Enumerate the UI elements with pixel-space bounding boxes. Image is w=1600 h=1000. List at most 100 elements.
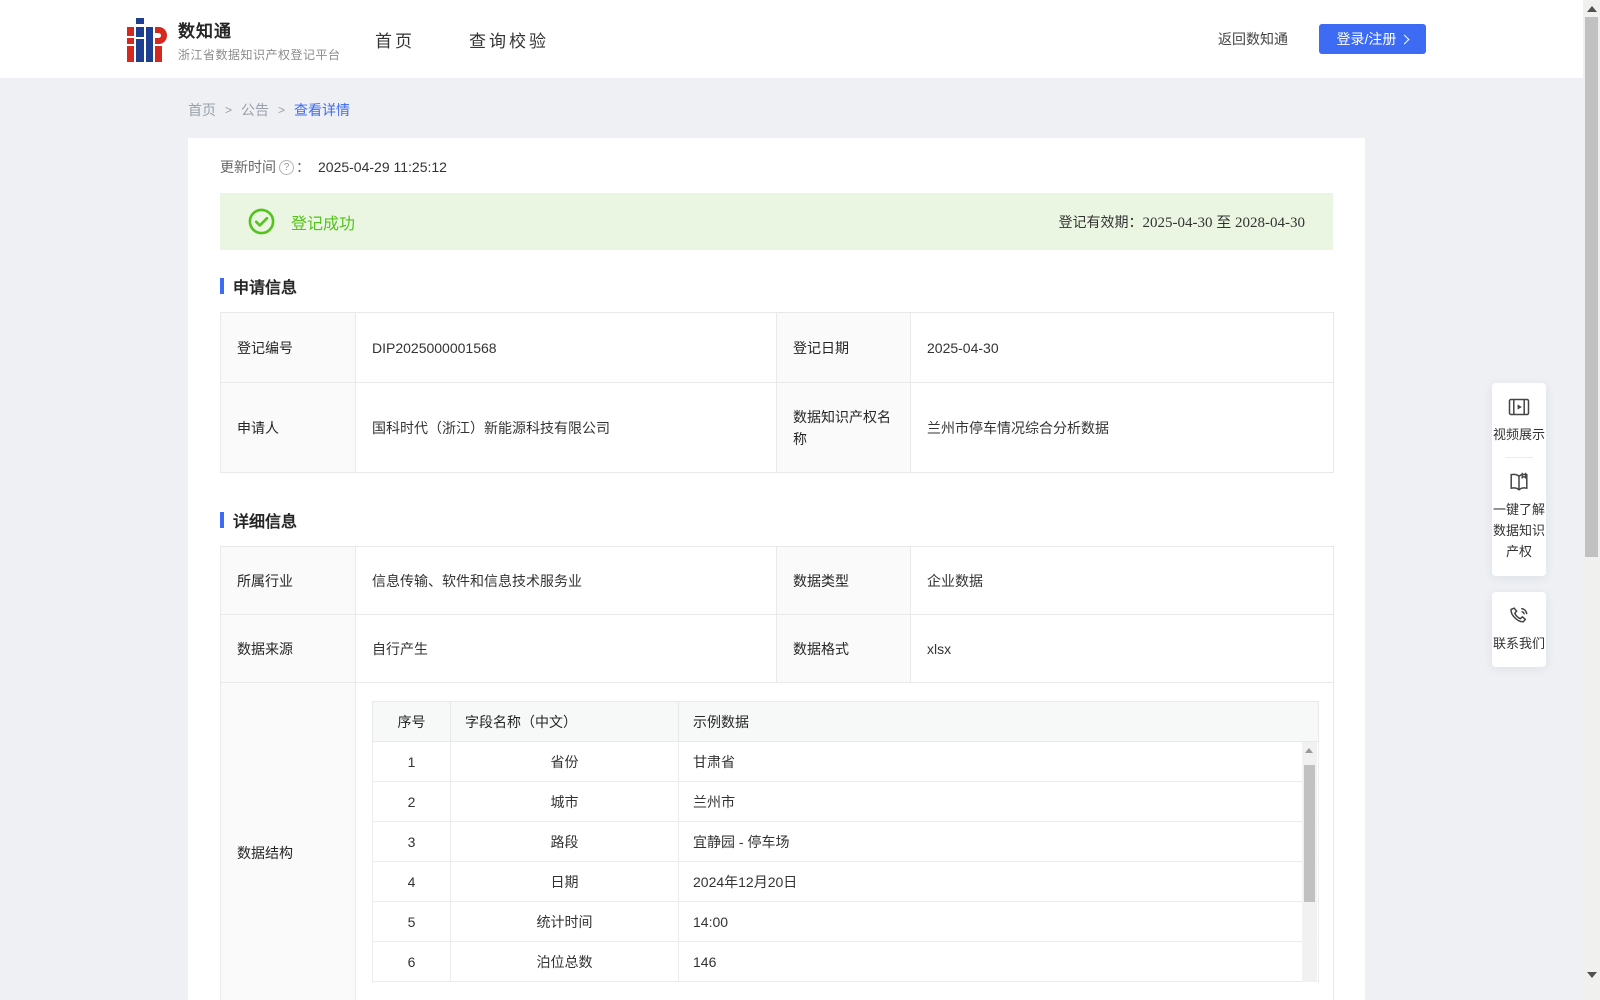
update-time-label: 更新时间 <box>220 159 276 175</box>
field-value: 企业数据 <box>910 546 1334 615</box>
contact-us-button[interactable]: 联系我们 <box>1492 604 1546 654</box>
chevron-right-icon <box>1399 34 1410 45</box>
nav-item-home[interactable]: 首页 <box>375 27 415 52</box>
cell-field: 城市 <box>450 781 679 822</box>
main-nav: 首页 查询校验 <box>375 0 549 78</box>
contact-us-label: 联系我们 <box>1493 636 1546 651</box>
video-demo-button[interactable]: 视频展示 <box>1492 395 1546 445</box>
breadcrumb-separator: > <box>225 103 233 117</box>
header-actions: 返回数知通 登录/注册 <box>1218 0 1426 78</box>
breadcrumb-separator: > <box>278 103 286 117</box>
section-detail-info: 详细信息 <box>220 508 297 532</box>
section-apply-title: 申请信息 <box>233 280 298 297</box>
cell-field: 日期 <box>450 861 679 902</box>
update-time-value: 2025-04-29 11:25:12 <box>318 159 447 175</box>
cell-field: 省份 <box>450 741 679 782</box>
cell-field: 泊位总数 <box>450 941 679 982</box>
cell-field: 路段 <box>450 821 679 862</box>
video-demo-label: 视频展示 <box>1493 427 1546 442</box>
validity-label: 登记有效期： <box>1058 214 1143 230</box>
field-label: 登记日期 <box>776 312 911 383</box>
structure-cell: 序号 字段名称（中文） 示例数据 1 省份 甘肃省 2 城市 兰州市 3 路段 … <box>355 682 1334 1000</box>
section-detail-title: 详细信息 <box>233 514 298 531</box>
breadcrumb: 首页 > 公告 > 查看详情 <box>188 100 350 120</box>
field-value: 2025-04-30 <box>910 312 1334 383</box>
field-value: 兰州市停车情况综合分析数据 <box>910 382 1334 473</box>
cell-sample: 甘肃省 <box>678 741 1319 782</box>
logo-subtitle: 浙江省数据知识产权登记平台 <box>178 48 341 62</box>
cell-no: 2 <box>372 781 451 822</box>
update-time-colon: ： <box>296 159 310 175</box>
floating-tools-card: 视频展示 一键了解数据知识产权 <box>1492 383 1546 576</box>
cell-sample: 14:00 <box>678 901 1319 942</box>
field-value: xlsx <box>910 614 1334 683</box>
success-check-icon <box>248 208 275 235</box>
page-scrollbar[interactable] <box>1583 0 1600 1000</box>
top-header: 数知通 浙江省数据知识产权登记平台 首页 查询校验 返回数知通 登录/注册 <box>0 0 1600 78</box>
field-value: 国科时代（浙江）新能源科技有限公司 <box>355 382 777 473</box>
table-row: 登记编号 DIP2025000001568 登记日期 2025-04-30 <box>220 312 1334 383</box>
question-icon[interactable]: ? <box>279 159 294 175</box>
scroll-up-arrow-icon[interactable] <box>1305 748 1313 753</box>
page: 数知通 浙江省数据知识产权登记平台 首页 查询校验 返回数知通 登录/注册 首页… <box>0 0 1600 1000</box>
structure-row: 5 统计时间 14:00 <box>372 901 1319 942</box>
apply-info-table: 登记编号 DIP2025000001568 登记日期 2025-04-30 申请… <box>220 312 1334 473</box>
detail-card: 更新时间 ? ： 2025-04-29 11:25:12 登记成功 登记有效期：… <box>188 138 1365 1000</box>
field-label: 数据来源 <box>220 614 356 683</box>
cell-sample: 兰州市 <box>678 781 1319 822</box>
status-text: 登记成功 <box>291 215 356 233</box>
field-label: 数据知识产权名称 <box>776 382 911 473</box>
scrollbar-thumb[interactable] <box>1304 765 1315 902</box>
guide-button[interactable]: 一键了解数据知识产权 <box>1492 470 1546 562</box>
structure-row: 3 路段 宜静园 - 停车场 <box>372 821 1319 862</box>
field-label: 数据格式 <box>776 614 911 683</box>
section-accent-bar <box>220 278 224 294</box>
cell-no: 5 <box>372 901 451 942</box>
header-sample-data: 示例数据 <box>678 701 1319 742</box>
field-label: 登记编号 <box>220 312 356 383</box>
nav-item-query-verify[interactable]: 查询校验 <box>469 27 549 52</box>
structure-label: 数据结构 <box>220 682 356 1000</box>
cell-no: 6 <box>372 941 451 982</box>
login-register-button[interactable]: 登录/注册 <box>1319 24 1426 54</box>
floating-contact-card: 联系我们 <box>1492 592 1546 667</box>
structure-row: 2 城市 兰州市 <box>372 781 1319 822</box>
login-button-label: 登录/注册 <box>1336 31 1397 47</box>
table-row: 申请人 国科时代（浙江）新能源科技有限公司 数据知识产权名称 兰州市停车情况综合… <box>220 382 1334 473</box>
cell-sample: 2024年12月20日 <box>678 861 1319 902</box>
cell-sample: 146 <box>678 941 1319 982</box>
logo-icon <box>127 18 167 62</box>
structure-header-row: 序号 字段名称（中文） 示例数据 <box>372 701 1319 742</box>
video-icon <box>1492 395 1546 419</box>
breadcrumb-announcement[interactable]: 公告 <box>241 100 269 120</box>
field-label: 所属行业 <box>220 546 356 615</box>
header-no: 序号 <box>372 701 451 742</box>
book-icon <box>1492 470 1546 494</box>
logo[interactable]: 数知通 浙江省数据知识产权登记平台 <box>127 17 341 63</box>
cell-no: 1 <box>372 741 451 782</box>
structure-table-scrollbar[interactable] <box>1302 742 1317 982</box>
status-banner: 登记成功 登记有效期：2025-04-30 至 2028-04-30 <box>220 193 1333 250</box>
field-label: 申请人 <box>220 382 356 473</box>
header-field-name: 字段名称（中文） <box>450 701 679 742</box>
table-row: 数据结构 序号 字段名称（中文） 示例数据 1 省份 甘肃省 2 城市 兰州市 … <box>220 682 1334 1000</box>
breadcrumb-home[interactable]: 首页 <box>188 100 216 120</box>
guide-label: 一键了解数据知识产权 <box>1493 502 1546 559</box>
structure-table: 序号 字段名称（中文） 示例数据 1 省份 甘肃省 2 城市 兰州市 3 路段 … <box>372 701 1319 982</box>
scrollbar-thumb[interactable] <box>1585 17 1598 557</box>
back-to-shuzhitong-link[interactable]: 返回数知通 <box>1218 29 1288 49</box>
logo-title: 数知通 <box>178 22 232 41</box>
validity-value: 2025-04-30 至 2028-04-30 <box>1142 215 1305 231</box>
structure-row: 6 泊位总数 146 <box>372 941 1319 982</box>
table-row: 数据来源 自行产生 数据格式 xlsx <box>220 614 1334 683</box>
field-value: 信息传输、软件和信息技术服务业 <box>355 546 777 615</box>
cell-no: 3 <box>372 821 451 862</box>
scroll-down-arrow-icon[interactable] <box>1586 972 1597 978</box>
cell-no: 4 <box>372 861 451 902</box>
section-apply-info: 申请信息 <box>220 274 297 298</box>
table-row: 所属行业 信息传输、软件和信息技术服务业 数据类型 企业数据 <box>220 546 1334 615</box>
cell-field: 统计时间 <box>450 901 679 942</box>
divider <box>1505 457 1533 458</box>
breadcrumb-current: 查看详情 <box>294 102 351 118</box>
scroll-up-arrow-icon[interactable] <box>1586 6 1597 12</box>
